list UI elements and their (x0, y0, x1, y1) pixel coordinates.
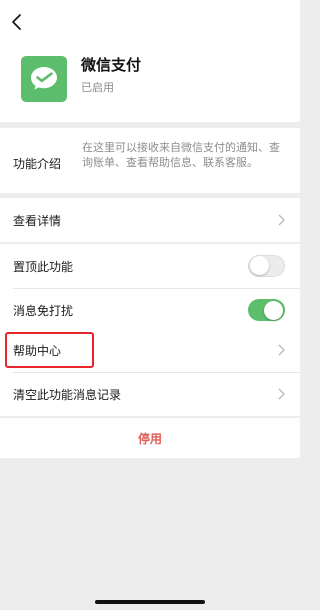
home-indicator[interactable] (95, 600, 205, 604)
intro-section: 功能介绍 在这里可以接收来自微信支付的通知、查询账单、查看帮助信息、联系客服。 (0, 128, 300, 193)
view-details-row[interactable]: 查看详情 (0, 198, 300, 242)
intro-description: 在这里可以接收来自微信支付的通知、查询账单、查看帮助信息、联系客服。 (82, 141, 280, 169)
settings-section: 置顶此功能 消息免打扰 (0, 244, 300, 332)
help-center-row[interactable]: 帮助中心 (0, 328, 300, 372)
wechat-pay-icon (21, 56, 67, 102)
pin-feature-row: 置顶此功能 (0, 244, 300, 288)
help-section: 帮助中心 清空此功能消息记录 (0, 328, 300, 416)
back-arrow-icon[interactable] (9, 11, 25, 33)
app-status: 已启用 (81, 81, 114, 94)
pin-feature-label: 置顶此功能 (13, 259, 74, 274)
mute-notifications-toggle[interactable] (248, 299, 285, 321)
clear-history-row[interactable]: 清空此功能消息记录 (0, 372, 300, 416)
pin-feature-toggle[interactable] (248, 255, 285, 277)
disable-button[interactable]: 停用 (0, 418, 300, 458)
clear-history-label: 清空此功能消息记录 (13, 387, 122, 402)
app-name: 微信支付 (81, 56, 142, 74)
chevron-right-icon (278, 214, 285, 226)
mute-notifications-label: 消息免打扰 (13, 303, 74, 318)
details-section: 查看详情 (0, 198, 300, 242)
help-center-label: 帮助中心 (13, 343, 62, 358)
chevron-right-icon (278, 388, 285, 400)
app-header: 微信支付 已启用 (0, 0, 300, 122)
view-details-label: 查看详情 (13, 213, 62, 228)
intro-label: 功能介绍 (13, 157, 62, 171)
chevron-right-icon (278, 344, 285, 356)
mute-notifications-row: 消息免打扰 (0, 288, 300, 332)
